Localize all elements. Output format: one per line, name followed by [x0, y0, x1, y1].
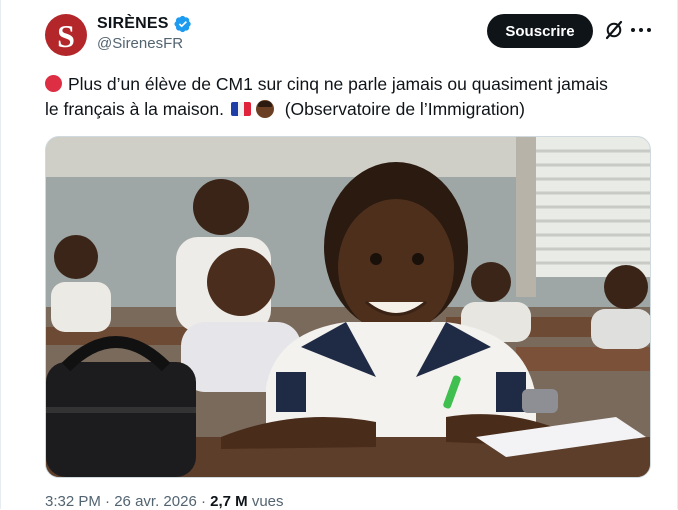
avatar[interactable]: S [45, 14, 87, 56]
avatar-logo-letter: S [57, 18, 75, 54]
subscribe-button[interactable]: Souscrire [487, 14, 593, 48]
handle[interactable]: @SirenesFR [97, 35, 192, 52]
more-icon[interactable] [631, 20, 651, 40]
tweet-text-line1: Plus d’un élève de CM1 sur cinq ne parle… [68, 74, 608, 94]
views-label: vues [251, 493, 284, 510]
views-count: 2,7 M [210, 493, 248, 510]
display-name[interactable]: SIRÈNES [97, 15, 169, 33]
tweet-card: S SIRÈNES @SirenesFR Souscrire Plus d’un… [0, 0, 678, 510]
display-name-row: SIRÈNES [97, 15, 192, 33]
meta-separator: · [105, 493, 111, 510]
tweet-text-line2-end: (Observatoire de l’Immigration) [284, 99, 525, 119]
tweet-date[interactable]: 26 avr. 2026 [114, 493, 197, 510]
verified-badge-icon[interactable] [174, 15, 192, 33]
grok-icon[interactable] [604, 20, 624, 40]
author-block: SIRÈNES @SirenesFR [97, 15, 192, 52]
tweet-time[interactable]: 3:32 PM [45, 493, 101, 510]
france-flag-icon [230, 102, 251, 116]
person-emoji-icon [255, 100, 274, 118]
classroom-photo-icon [46, 137, 650, 477]
tweet-meta: 3:32 PM · 26 avr. 2026 · 2,7 M vues [45, 493, 284, 510]
meta-separator-2: · [200, 493, 206, 510]
tweet-text-line2-start: le français à la maison. [45, 99, 224, 119]
tweet-photo[interactable] [45, 136, 651, 478]
tweet-text: Plus d’un élève de CM1 sur cinq ne parle… [45, 72, 655, 122]
red-circle-emoji-icon [45, 75, 62, 92]
